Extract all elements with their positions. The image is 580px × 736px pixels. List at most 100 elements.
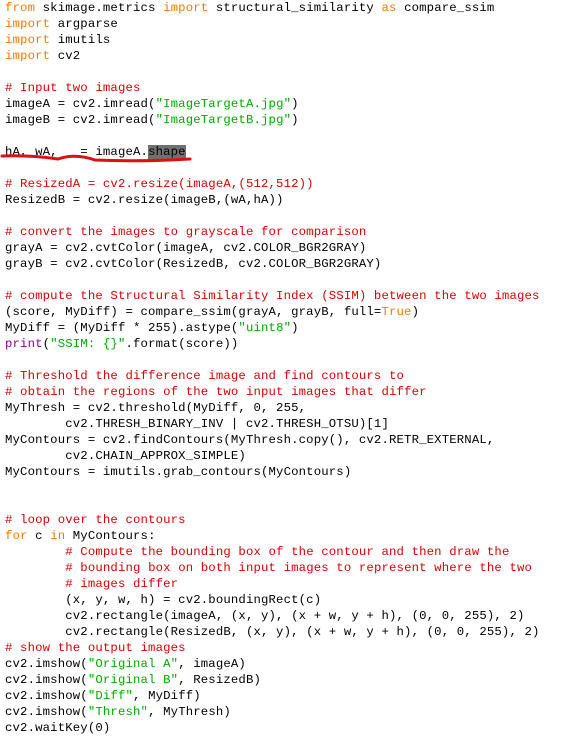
code-token: , imageA) [178,657,246,671]
highlighted-selection: shape [148,145,186,159]
keyword-token: in [50,529,66,543]
string-token: "Original A" [87,657,179,671]
code-token: cv2 [50,49,81,63]
code-token: cv2.rectangle(imageA, (x, y), (x + w, y … [5,609,525,623]
keyword-token: from [5,1,36,15]
code-line[interactable]: cv2.imshow("Original A", imageA) [5,656,540,672]
code-line[interactable]: for c in MyContours: [5,528,540,544]
code-line[interactable] [5,160,540,176]
code-token: c [27,529,51,543]
code-line[interactable]: grayB = cv2.cvtColor(ResizedB, cv2.COLOR… [5,256,540,272]
code-line[interactable]: cv2.rectangle(imageA, (x, y), (x + w, y … [5,608,540,624]
code-line[interactable]: # ResizedA = cv2.resize(imageA,(512,512)… [5,176,540,192]
code-line[interactable]: grayA = cv2.cvtColor(imageA, cv2.COLOR_B… [5,240,540,256]
code-line[interactable]: MyContours = cv2.findContours(MyThresh.c… [5,432,540,448]
comment-token: # loop over the contours [5,513,186,527]
code-token: ) [291,97,299,111]
code-token: MyDiff = (MyDiff * 255).astype( [5,321,239,335]
code-line[interactable]: # Threshold the difference image and fin… [5,368,540,384]
comment-token: # Compute the bounding box of the contou… [65,545,510,559]
code-line[interactable]: MyContours = imutils.grab_contours(MyCon… [5,464,540,480]
code-token: , MyThresh) [148,705,231,719]
code-line[interactable]: # show the output images [5,640,540,656]
code-token: cv2.THRESH_BINARY_INV | cv2.THRESH_OTSU)… [5,417,389,431]
keyword-token: import [163,1,209,15]
keyword-token: import [5,33,51,47]
code-token: ) [411,305,420,319]
code-line[interactable]: import imutils [5,32,540,48]
comment-token: # Input two images [5,81,141,95]
code-line[interactable]: cv2.imshow("Diff", MyDiff) [5,688,540,704]
code-line[interactable]: (score, MyDiff) = compare_ssim(grayA, gr… [5,304,540,320]
code-token: imutils [50,33,111,47]
code-line[interactable]: cv2.imshow("Thresh", MyThresh) [5,704,540,720]
code-line[interactable]: # Input two images [5,80,540,96]
code-line[interactable]: cv2.CHAIN_APPROX_SIMPLE) [5,448,540,464]
code-token: .format(score)) [125,337,239,351]
code-line[interactable]: # loop over the contours [5,512,540,528]
code-line[interactable]: cv2.rectangle(ResizedB, (x, y), (x + w, … [5,624,540,640]
builtin-token: print [5,337,43,351]
comment-token: # images differ [65,577,179,591]
code-line[interactable]: import argparse [5,16,540,32]
code-token: grayB = cv2.cvtColor(ResizedB, cv2.COLOR… [5,257,382,271]
code-line[interactable]: hA, wA, _ = imageA.shape [5,144,540,160]
code-token: cv2.waitKey(0) [5,721,111,735]
code-line[interactable] [5,128,540,144]
comment-token: # Threshold the difference image and fin… [5,369,405,383]
code-line[interactable]: cv2.THRESH_BINARY_INV | cv2.THRESH_OTSU)… [5,416,540,432]
code-line[interactable] [5,496,540,512]
comment-token: # obtain the regions of the two input im… [5,385,427,399]
code-line[interactable] [5,272,540,288]
keyword-token: True [381,305,412,319]
code-token: cv2.rectangle(ResizedB, (x, y), (x + w, … [5,625,540,639]
code-editor[interactable]: from skimage.metrics import structural_s… [5,0,540,736]
string-token: "ImageTargetA.jpg" [155,97,292,111]
keyword-token: import [5,17,51,31]
code-line[interactable] [5,352,540,368]
code-line[interactable] [5,208,540,224]
code-token: MyThresh = cv2.threshold(MyDiff, 0, 255, [5,401,307,415]
comment-token: # show the output images [5,641,186,655]
code-token: (score, MyDiff) = compare_ssim(grayA, gr… [5,305,382,319]
code-line[interactable]: MyDiff = (MyDiff * 255).astype("uint8") [5,320,540,336]
code-line[interactable]: # obtain the regions of the two input im… [5,384,540,400]
code-token: MyContours: [65,529,156,543]
code-line[interactable]: import cv2 [5,48,540,64]
code-token: imageB = cv2.imread( [5,113,156,127]
code-token: structural_similarity [208,1,382,15]
code-line[interactable]: from skimage.metrics import structural_s… [5,0,540,16]
code-line[interactable]: # Compute the bounding box of the contou… [5,544,540,560]
keyword-token: import [5,49,51,63]
code-line[interactable] [5,480,540,496]
string-token: "SSIM: {}" [50,337,126,351]
keyword-token: for [5,529,28,543]
code-line[interactable]: imageB = cv2.imread("ImageTargetB.jpg") [5,112,540,128]
string-token: "ImageTargetB.jpg" [155,113,292,127]
code-line[interactable] [5,64,540,80]
code-line[interactable]: # images differ [5,576,540,592]
code-line[interactable]: MyThresh = cv2.threshold(MyDiff, 0, 255, [5,400,540,416]
code-token: cv2.imshow( [5,673,88,687]
code-token: ResizedB = cv2.resize(imageB,(wA,hA)) [5,193,284,207]
code-token: cv2.imshow( [5,705,88,719]
code-token: cv2.imshow( [5,689,88,703]
code-line[interactable]: print("SSIM: {}".format(score)) [5,336,540,352]
string-token: "Thresh" [87,705,149,719]
code-token: imageA = cv2.imread( [5,97,156,111]
code-line[interactable]: imageA = cv2.imread("ImageTargetA.jpg") [5,96,540,112]
code-token: (x, y, w, h) = cv2.boundingRect(c) [5,593,322,607]
code-line[interactable]: cv2.waitKey(0) [5,720,540,736]
code-token: cv2.CHAIN_APPROX_SIMPLE) [5,449,246,463]
code-line[interactable]: # bounding box on both input images to r… [5,560,540,576]
code-line[interactable]: # convert the images to grayscale for co… [5,224,540,240]
comment-token: # convert the images to grayscale for co… [5,225,367,239]
code-line[interactable]: ResizedB = cv2.resize(imageB,(wA,hA)) [5,192,540,208]
code-token: MyContours = imutils.grab_contours(MyCon… [5,465,352,479]
comment-token: # bounding box on both input images to r… [65,561,533,575]
code-line[interactable]: cv2.imshow("Original B", ResizedB) [5,672,540,688]
code-line[interactable]: # compute the Structural Similarity Inde… [5,288,540,304]
code-line[interactable]: (x, y, w, h) = cv2.boundingRect(c) [5,592,540,608]
